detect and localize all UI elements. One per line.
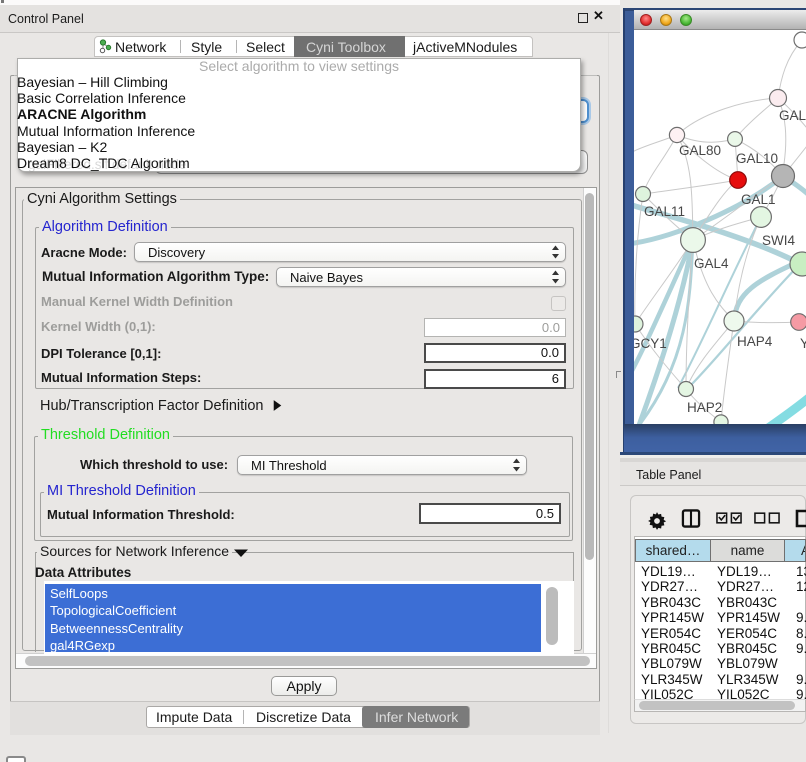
svg-text:GAL11: GAL11 [644,204,685,219]
svg-text:Y: Y [800,336,806,351]
svg-text:GAL4: GAL4 [694,256,729,271]
svg-text:GAL10: GAL10 [736,151,778,166]
svg-text:GAL80: GAL80 [679,143,721,158]
svg-text:GCY1: GCY1 [634,336,667,351]
svg-text:GAL7: GAL7 [779,108,806,123]
svg-text:HAP2: HAP2 [687,400,722,415]
svg-text:HAP4: HAP4 [737,334,773,349]
svg-text:GAL1: GAL1 [741,192,776,207]
svg-text:SWI4: SWI4 [762,233,795,248]
